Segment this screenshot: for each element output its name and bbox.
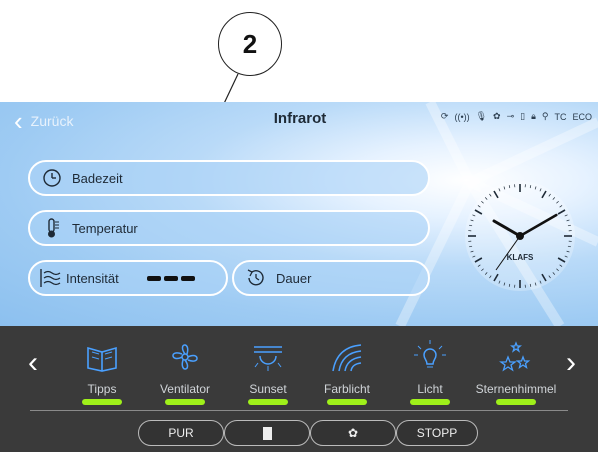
clock-icon	[40, 166, 64, 190]
intensitaet-label: Intensität	[66, 270, 119, 286]
timer-icon	[244, 266, 268, 290]
tc-indicator: TC	[554, 111, 567, 122]
sunset-icon	[228, 334, 308, 380]
badezeit-label: Badezeit	[72, 170, 123, 186]
active-indicator	[248, 399, 288, 405]
function-label: Sternenhimmel	[475, 382, 557, 396]
back-button[interactable]: ‹ Zurück	[14, 108, 73, 134]
function-label: Licht	[417, 382, 443, 396]
control-screen: ‹ Zurück Infrarot ⟳ ((•)) 🎙︎ ✿ ⊸ ▯ 🔒︎ ⚲ …	[0, 102, 598, 452]
status-icons: ⟳ ((•)) 🎙︎ ✿ ⊸ ▯ 🔒︎ ⚲ TC ECO	[441, 111, 592, 122]
pur-button[interactable]: PUR	[138, 420, 224, 446]
function-item-ventilator[interactable]: Ventilator	[145, 334, 225, 405]
stars-icon	[472, 334, 560, 380]
intensity-level-bars	[146, 275, 195, 281]
thermometer-icon	[40, 216, 64, 240]
temperatur-label: Temperatur	[72, 220, 138, 236]
function-label: Sunset	[249, 382, 287, 396]
badezeit-button[interactable]: Badezeit	[28, 160, 430, 196]
divider	[30, 410, 568, 411]
dauer-button[interactable]: Dauer	[232, 260, 430, 296]
function-item-farblicht[interactable]: Farblicht	[307, 334, 387, 405]
intensitaet-button[interactable]: Intensität	[28, 260, 228, 296]
active-indicator	[165, 399, 205, 405]
function-label: Ventilator	[159, 382, 211, 396]
stopp-button[interactable]: STOPP	[396, 420, 478, 446]
sync-icon: ⟳	[440, 111, 449, 121]
function-item-sternenhimmel[interactable]: Sternenhimmel	[472, 334, 560, 405]
heat-waves-icon	[38, 266, 62, 290]
eco-indicator: ECO	[572, 111, 592, 122]
door-icon	[262, 426, 272, 440]
active-indicator	[82, 399, 122, 405]
callout-number: 2	[218, 12, 282, 76]
page-title: Infrarot	[273, 110, 327, 127]
fragrance-button[interactable]: ✿	[310, 420, 396, 446]
dauer-label: Dauer	[276, 270, 312, 286]
bulb-icon	[390, 334, 470, 380]
analog-clock: KLAFS	[465, 181, 575, 291]
fan-icon	[145, 334, 225, 380]
function-label: Farblicht	[323, 382, 370, 396]
function-item-sunset[interactable]: Sunset	[228, 334, 308, 405]
screen-background: ‹ Zurück Infrarot ⟳ ((•)) 🎙︎ ✿ ⊸ ▯ 🔒︎ ⚲ …	[0, 102, 598, 326]
lock-icon: 🔒︎	[531, 111, 536, 121]
fragrance-icon: ✿	[347, 426, 359, 440]
temperatur-button[interactable]: Temperatur	[28, 210, 430, 246]
door-icon: ▯	[520, 111, 526, 121]
key-icon: ⊸	[506, 111, 515, 121]
function-item-licht[interactable]: Licht	[390, 334, 470, 405]
active-indicator	[327, 399, 367, 405]
back-label: Zurück	[30, 113, 74, 129]
microphone-icon: 🎙︎	[475, 111, 488, 121]
active-indicator	[410, 399, 450, 405]
door-button[interactable]	[224, 420, 310, 446]
chevron-left-icon[interactable]: ‹	[28, 346, 38, 380]
active-indicator	[496, 399, 536, 405]
rainbow-icon	[307, 334, 387, 380]
function-label: Tipps	[87, 382, 117, 396]
tool-icon: ⚲	[541, 111, 549, 121]
chevron-left-icon: ‹	[14, 106, 23, 136]
clock-brand: KLAFS	[507, 253, 534, 262]
chevron-right-icon[interactable]: ›	[566, 346, 576, 380]
function-item-tipps[interactable]: Tipps	[62, 334, 142, 405]
fragrance-icon: ✿	[493, 111, 501, 121]
wireless-icon: ((•))	[454, 111, 470, 122]
function-bar: ‹ › Tipps Ventilator Sunset Farblicht Li…	[0, 326, 598, 452]
book-icon	[62, 334, 142, 380]
